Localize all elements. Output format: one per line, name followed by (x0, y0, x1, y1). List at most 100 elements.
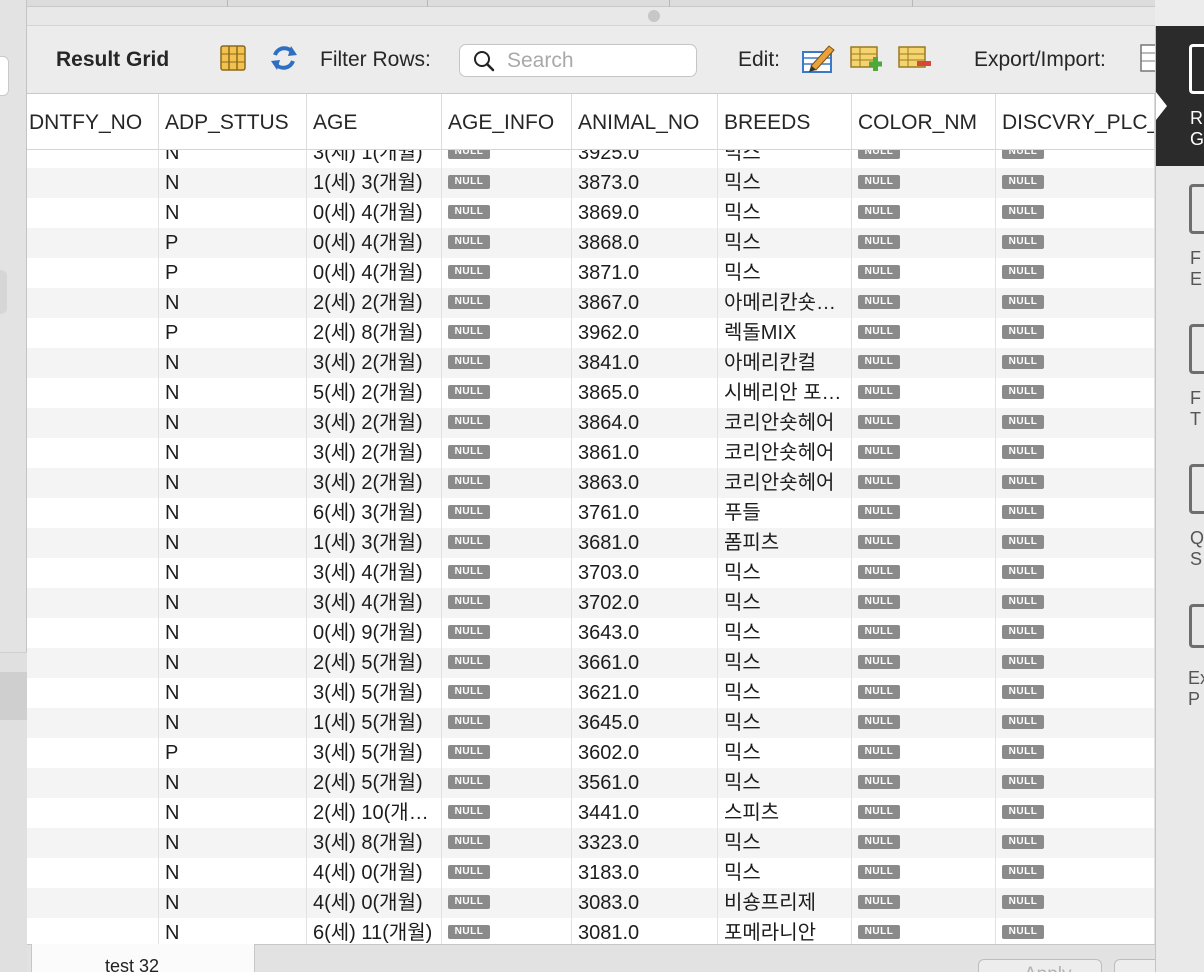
null-cell[interactable]: NULL (442, 828, 572, 858)
table-row[interactable]: P 0(세) 4(개월) NULL 3868.0 믹스 NULL NULL (27, 228, 1155, 258)
table-cell[interactable]: N (159, 438, 307, 468)
null-cell[interactable]: NULL (996, 468, 1155, 498)
null-cell[interactable]: NULL (996, 288, 1155, 318)
table-row[interactable]: N 3(세) 2(개월) NULL 3861.0 코리안숏헤어 NULL NULL (27, 438, 1155, 468)
null-cell[interactable]: NULL (852, 528, 996, 558)
null-cell[interactable]: NULL (996, 558, 1155, 588)
table-cell[interactable]: 2(세) 8(개월) (307, 318, 442, 348)
null-cell[interactable]: NULL (442, 468, 572, 498)
null-cell[interactable]: NULL (442, 738, 572, 768)
null-cell[interactable]: NULL (852, 918, 996, 944)
table-cell[interactable]: N (159, 918, 307, 944)
table-cell[interactable]: N (159, 558, 307, 588)
column-header[interactable]: DISCVRY_PLC_ (996, 94, 1155, 150)
table-cell[interactable]: N (159, 408, 307, 438)
table-cell[interactable]: 2(세) 10(개… (307, 798, 442, 828)
table-cell[interactable]: 아메리칸숏… (718, 288, 852, 318)
null-cell[interactable]: NULL (996, 498, 1155, 528)
table-cell[interactable]: 3621.0 (572, 678, 718, 708)
null-cell[interactable]: NULL (996, 378, 1155, 408)
left-panel-selection[interactable] (0, 270, 7, 314)
table-cell[interactable]: 3962.0 (572, 318, 718, 348)
table-cell[interactable]: N (159, 348, 307, 378)
table-cell[interactable]: N (159, 858, 307, 888)
search-input[interactable] (507, 48, 677, 73)
null-cell[interactable]: NULL (852, 258, 996, 288)
empty-cell[interactable] (27, 408, 159, 438)
table-cell[interactable]: N (159, 888, 307, 918)
table-cell[interactable]: 1(세) 3(개월) (307, 168, 442, 198)
delete-row-icon[interactable] (897, 43, 933, 73)
table-cell[interactable]: N (159, 168, 307, 198)
table-row[interactable]: P 0(세) 4(개월) NULL 3871.0 믹스 NULL NULL (27, 258, 1155, 288)
result-tab[interactable]: test 32 (31, 944, 255, 972)
empty-cell[interactable] (27, 198, 159, 228)
table-cell[interactable]: 비숑프리제 (718, 888, 852, 918)
table-row[interactable]: N 6(세) 11(개월) NULL 3081.0 포메라니안 NULL NULL (27, 918, 1155, 944)
table-row[interactable]: N 0(세) 9(개월) NULL 3643.0 믹스 NULL NULL (27, 618, 1155, 648)
table-cell[interactable]: N (159, 828, 307, 858)
table-cell[interactable]: 3(세) 2(개월) (307, 348, 442, 378)
table-cell[interactable]: 믹스 (718, 708, 852, 738)
filter-search-box[interactable] (459, 44, 697, 77)
table-cell[interactable]: 3561.0 (572, 768, 718, 798)
table-cell[interactable]: N (159, 588, 307, 618)
table-cell[interactable]: N (159, 468, 307, 498)
table-cell[interactable]: 믹스 (718, 738, 852, 768)
null-cell[interactable]: NULL (852, 828, 996, 858)
column-header[interactable]: AGE_INFO (442, 94, 572, 150)
column-header[interactable]: ANIMAL_NO (572, 94, 718, 150)
null-cell[interactable]: NULL (442, 378, 572, 408)
null-cell[interactable]: NULL (996, 738, 1155, 768)
null-cell[interactable]: NULL (852, 288, 996, 318)
table-cell[interactable]: 3861.0 (572, 438, 718, 468)
table-cell[interactable]: P (159, 318, 307, 348)
empty-cell[interactable] (27, 858, 159, 888)
table-row[interactable]: N 1(세) 5(개월) NULL 3645.0 믹스 NULL NULL (27, 708, 1155, 738)
null-cell[interactable]: NULL (442, 888, 572, 918)
table-cell[interactable]: 3083.0 (572, 888, 718, 918)
table-cell[interactable]: N (159, 678, 307, 708)
table-cell[interactable]: N (159, 648, 307, 678)
table-cell[interactable]: 3323.0 (572, 828, 718, 858)
null-cell[interactable]: NULL (442, 618, 572, 648)
table-cell[interactable]: 3183.0 (572, 858, 718, 888)
empty-cell[interactable] (27, 798, 159, 828)
table-cell[interactable]: 3(세) 4(개월) (307, 558, 442, 588)
table-cell[interactable]: 3(세) 2(개월) (307, 468, 442, 498)
null-cell[interactable]: NULL (852, 558, 996, 588)
table-row[interactable]: N 3(세) 2(개월) NULL 3864.0 코리안숏헤어 NULL NULL (27, 408, 1155, 438)
null-cell[interactable]: NULL (996, 888, 1155, 918)
table-cell[interactable]: 스피츠 (718, 798, 852, 828)
null-cell[interactable]: NULL (442, 528, 572, 558)
empty-cell[interactable] (27, 918, 159, 944)
column-header[interactable]: ADP_STTUS (159, 94, 307, 150)
table-cell[interactable]: 2(세) 2(개월) (307, 288, 442, 318)
form-editor-panel-label[interactable]: FE (1190, 248, 1202, 290)
table-row[interactable]: N 3(세) 5(개월) NULL 3621.0 믹스 NULL NULL (27, 678, 1155, 708)
empty-cell[interactable] (27, 618, 159, 648)
table-cell[interactable]: 믹스 (718, 558, 852, 588)
empty-cell[interactable] (27, 438, 159, 468)
null-cell[interactable]: NULL (852, 228, 996, 258)
null-cell[interactable]: NULL (442, 168, 572, 198)
empty-cell[interactable] (27, 558, 159, 588)
table-cell[interactable]: 코리안숏헤어 (718, 408, 852, 438)
table-cell[interactable]: 믹스 (718, 618, 852, 648)
table-cell[interactable]: 3868.0 (572, 228, 718, 258)
empty-cell[interactable] (27, 678, 159, 708)
table-cell[interactable]: N (159, 798, 307, 828)
table-cell[interactable]: N (159, 708, 307, 738)
table-cell[interactable]: 5(세) 2(개월) (307, 378, 442, 408)
null-cell[interactable]: NULL (996, 828, 1155, 858)
column-header[interactable]: COLOR_NM (852, 94, 996, 150)
empty-cell[interactable] (27, 888, 159, 918)
table-row[interactable]: N 2(세) 5(개월) NULL 3561.0 믹스 NULL NULL (27, 768, 1155, 798)
table-cell[interactable]: 믹스 (718, 198, 852, 228)
table-cell[interactable]: 2(세) 5(개월) (307, 768, 442, 798)
empty-cell[interactable] (27, 318, 159, 348)
table-cell[interactable]: N (159, 288, 307, 318)
empty-cell[interactable] (27, 258, 159, 288)
table-cell[interactable]: 3(세) 2(개월) (307, 408, 442, 438)
table-cell[interactable]: 믹스 (718, 258, 852, 288)
